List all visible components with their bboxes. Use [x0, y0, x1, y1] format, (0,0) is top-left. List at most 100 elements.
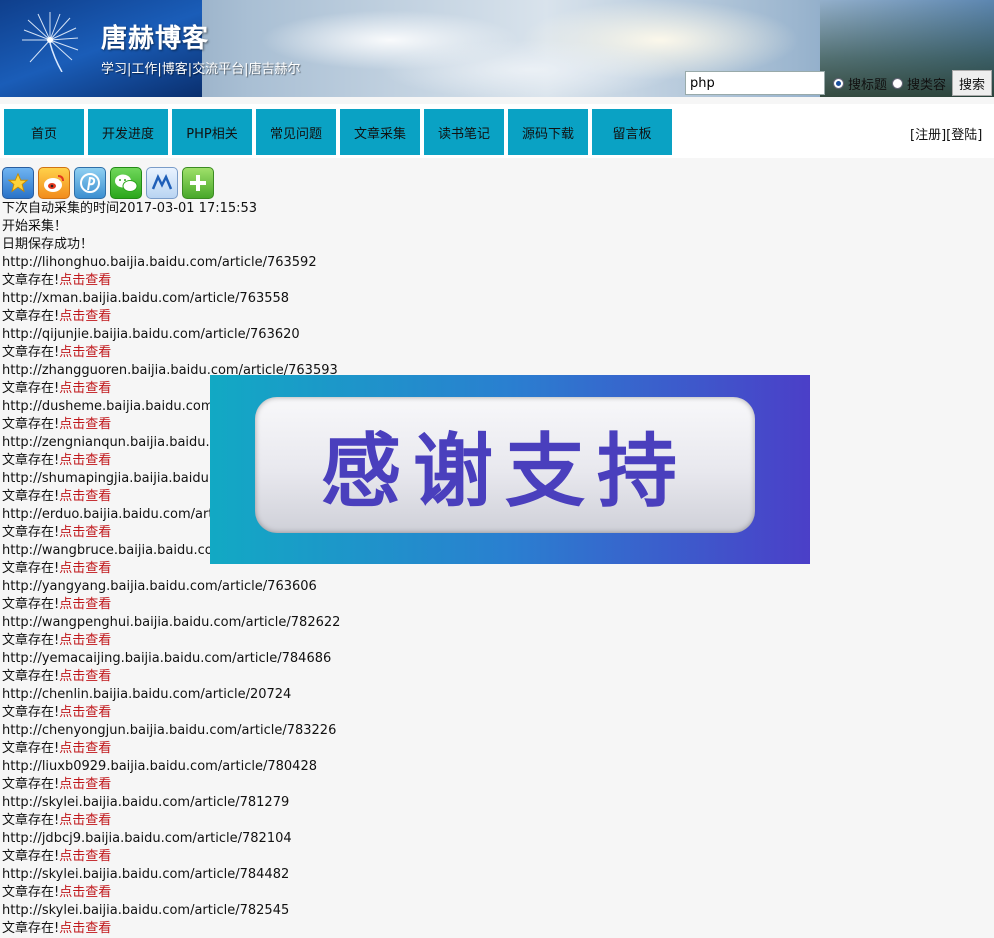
view-article-link[interactable]: 点击查看	[59, 741, 111, 756]
log-url: http://yangyang.baijia.baidu.com/article…	[2, 579, 317, 594]
nav-notes[interactable]: 读书笔记	[424, 109, 504, 155]
banner-cloud	[380, 40, 680, 97]
site-title: 唐赫博客	[101, 24, 210, 54]
nav-guestbook[interactable]: 留言板	[592, 109, 672, 155]
log-exists-row: 文章存在!点击查看	[2, 704, 902, 722]
log-exists-text: 文章存在!	[2, 345, 60, 360]
log-exists-row: 文章存在!点击查看	[2, 848, 902, 866]
view-article-link[interactable]: 点击查看	[59, 597, 111, 612]
nav-progress[interactable]: 开发进度	[88, 109, 168, 155]
nav-download[interactable]: 源码下载	[508, 109, 588, 155]
log-start: 开始采集！	[2, 219, 68, 234]
log-exists-text: 文章存在!	[2, 381, 60, 396]
log-exists-row: 文章存在!点击查看	[2, 776, 902, 794]
log-url: http://liuxb0929.baijia.baidu.com/articl…	[2, 759, 317, 774]
log-entries: http://lihonghuo.baijia.baidu.com/articl…	[2, 254, 902, 938]
main-nav: 首页 开发进度 PHP相关 常见问题 文章采集 读书笔记 源码下载 留言板 [注…	[0, 104, 994, 158]
log-exists-text: 文章存在!	[2, 309, 60, 324]
log-url: http://chenlin.baijia.baidu.com/article/…	[2, 687, 292, 702]
view-article-link[interactable]: 点击查看	[59, 273, 111, 288]
dandelion-icon	[22, 12, 79, 72]
site-subtitle: 学习|工作|博客|交流平台|唐吉赫尔	[101, 62, 301, 77]
log-exists-text: 文章存在!	[2, 489, 60, 504]
view-article-link[interactable]: 点击查看	[59, 885, 111, 900]
log-exists-text: 文章存在!	[2, 885, 60, 900]
view-article-link[interactable]: 点击查看	[59, 633, 111, 648]
view-article-link[interactable]: 点击查看	[59, 453, 111, 468]
log-exists-text: 文章存在!	[2, 561, 60, 576]
log-exists-row: 文章存在!点击查看	[2, 308, 902, 326]
log-exists-text: 文章存在!	[2, 633, 60, 648]
renren-icon[interactable]	[146, 167, 178, 199]
wechat-icon[interactable]	[110, 167, 142, 199]
nav-faq[interactable]: 常见问题	[256, 109, 336, 155]
view-article-link[interactable]: 点击查看	[59, 921, 111, 936]
share-bar	[2, 167, 218, 199]
log-url: http://qijunjie.baijia.baidu.com/article…	[2, 327, 300, 342]
log-next-time: 下次自动采集的时间2017-03-01 17:15:53	[2, 201, 258, 216]
log-exists-row: 文章存在!点击查看	[2, 344, 902, 362]
view-article-link[interactable]: 点击查看	[59, 525, 111, 540]
thanks-banner[interactable]: 感谢支持	[210, 375, 810, 564]
view-article-link[interactable]: 点击查看	[59, 813, 111, 828]
radio-search-title[interactable]: 搜标题	[833, 74, 887, 93]
view-article-link[interactable]: 点击查看	[59, 309, 111, 324]
log-exists-text: 文章存在!	[2, 741, 60, 756]
log-exists-text: 文章存在!	[2, 525, 60, 540]
log-url: http://skylei.baijia.baidu.com/article/7…	[2, 903, 290, 918]
log-exists-row: 文章存在!点击查看	[2, 740, 902, 758]
nav-php[interactable]: PHP相关	[172, 109, 252, 155]
view-article-link[interactable]: 点击查看	[59, 417, 111, 432]
view-article-link[interactable]: 点击查看	[59, 669, 111, 684]
log-exists-text: 文章存在!	[2, 273, 60, 288]
radio-button[interactable]	[892, 78, 903, 89]
log-url: http://yemacaijing.baijia.baidu.com/arti…	[2, 651, 332, 666]
radio-button-checked[interactable]	[833, 78, 844, 89]
log-exists-row: 文章存在!点击查看	[2, 920, 902, 938]
log-url: http://chenyongjun.baijia.baidu.com/arti…	[2, 723, 337, 738]
plus-icon[interactable]	[182, 167, 214, 199]
radio-label: 搜标题	[848, 78, 888, 93]
log-exists-text: 文章存在!	[2, 813, 60, 828]
log-exists-text: 文章存在!	[2, 417, 60, 432]
log-exists-row: 文章存在!点击查看	[2, 632, 902, 650]
collection-log: 下次自动采集的时间2017-03-01 17:15:53 开始采集！ 日期保存成…	[2, 200, 902, 938]
log-url: http://wangpenghui.baijia.baidu.com/arti…	[2, 615, 341, 630]
nav-home[interactable]: 首页	[4, 109, 84, 155]
view-article-link[interactable]: 点击查看	[59, 489, 111, 504]
thanks-button-face: 感谢支持	[255, 397, 755, 533]
log-exists-row: 文章存在!点击查看	[2, 884, 902, 902]
view-article-link[interactable]: 点击查看	[59, 345, 111, 360]
log-exists-row: 文章存在!点击查看	[2, 272, 902, 290]
log-url: http://skylei.baijia.baidu.com/article/7…	[2, 795, 290, 810]
view-article-link[interactable]: 点击查看	[59, 561, 111, 576]
view-article-link[interactable]: 点击查看	[59, 705, 111, 720]
view-article-link[interactable]: 点击查看	[59, 381, 111, 396]
favorite-star-icon[interactable]	[2, 167, 34, 199]
log-exists-text: 文章存在!	[2, 849, 60, 864]
log-exists-text: 文章存在!	[2, 597, 60, 612]
pinterest-icon[interactable]	[74, 167, 106, 199]
log-exists-text: 文章存在!	[2, 777, 60, 792]
weibo-icon[interactable]	[38, 167, 70, 199]
thanks-text: 感谢支持	[321, 425, 689, 518]
log-exists-text: 文章存在!	[2, 669, 60, 684]
log-exists-row: 文章存在!点击查看	[2, 596, 902, 614]
log-url: http://skylei.baijia.baidu.com/article/7…	[2, 867, 290, 882]
log-url: http://lihonghuo.baijia.baidu.com/articl…	[2, 255, 317, 270]
auth-links[interactable]: [注册][登陆]	[910, 124, 982, 143]
log-exists-row: 文章存在!点击查看	[2, 668, 902, 686]
view-article-link[interactable]: 点击查看	[59, 777, 111, 792]
log-date-saved: 日期保存成功！	[2, 237, 94, 252]
radio-label: 搜类容	[907, 78, 947, 93]
search-input[interactable]	[685, 71, 825, 95]
log-exists-text: 文章存在!	[2, 453, 60, 468]
nav-collect[interactable]: 文章采集	[340, 109, 420, 155]
log-exists-row: 文章存在!点击查看	[2, 812, 902, 830]
log-url: http://jdbcj9.baijia.baidu.com/article/7…	[2, 831, 292, 846]
radio-search-content[interactable]: 搜类容	[892, 74, 946, 93]
search-button[interactable]: 搜索	[952, 70, 992, 96]
view-article-link[interactable]: 点击查看	[59, 849, 111, 864]
log-exists-text: 文章存在!	[2, 921, 60, 936]
header-banner: 唐赫博客 学习|工作|博客|交流平台|唐吉赫尔 搜标题 搜类容 搜索	[0, 0, 994, 97]
